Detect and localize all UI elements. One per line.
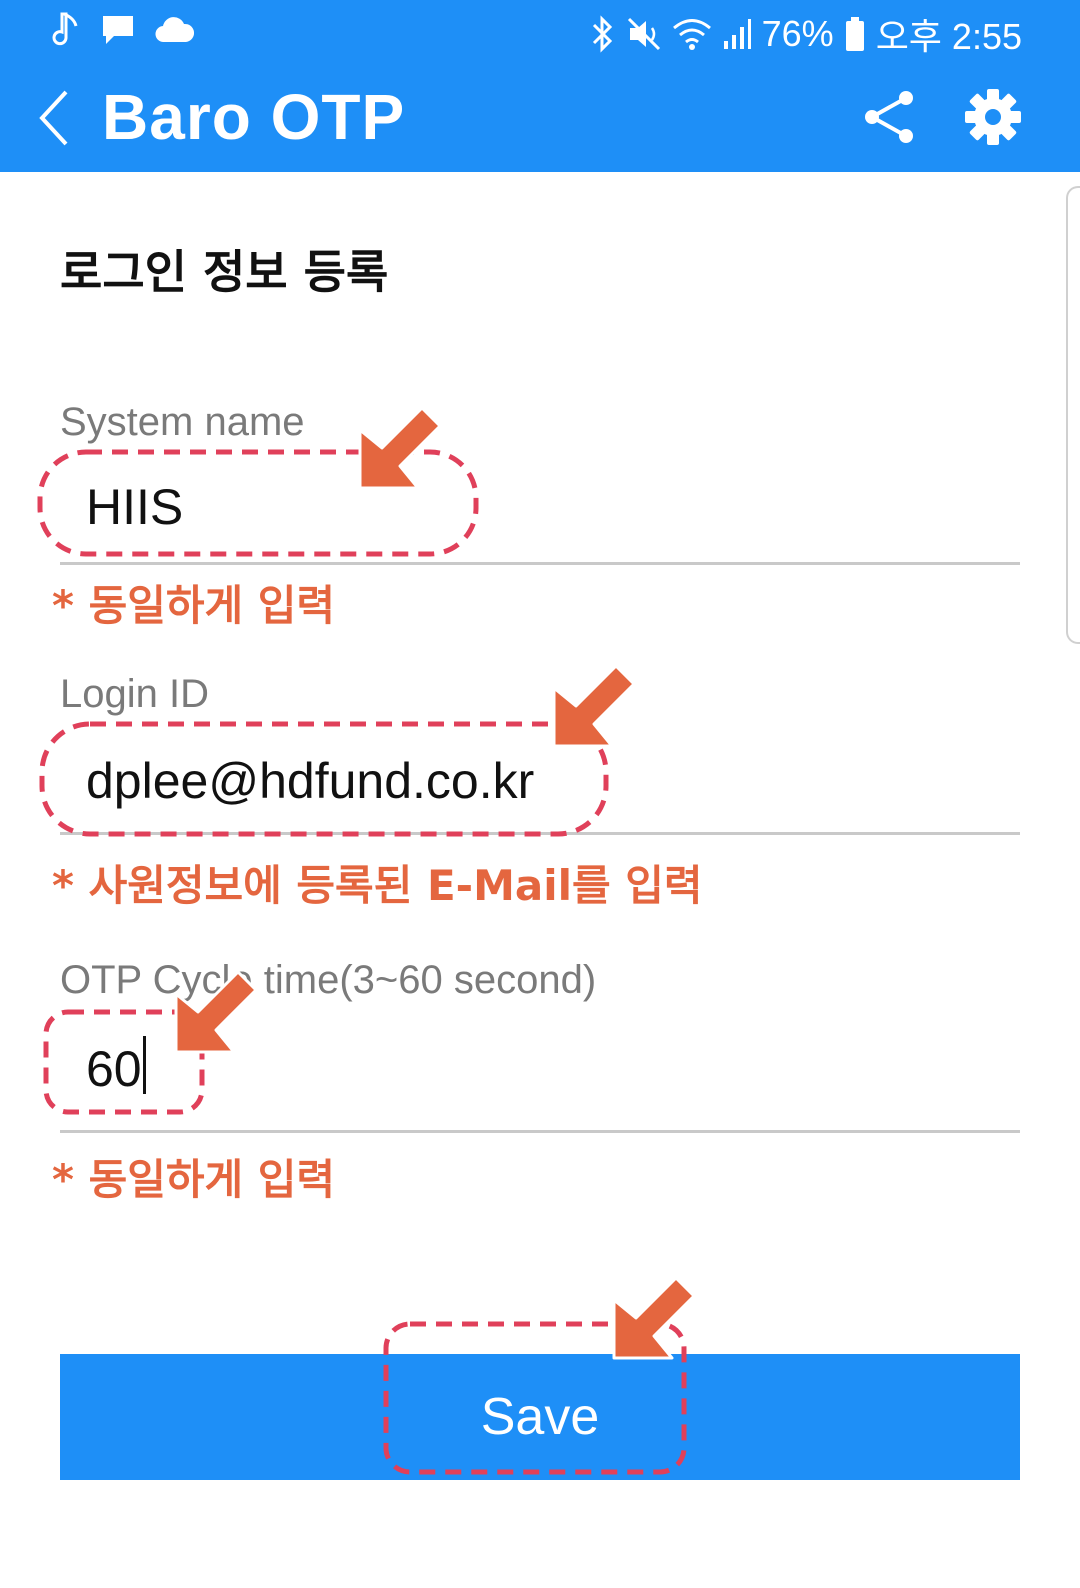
login-id-underline [60, 832, 1020, 835]
gear-icon[interactable] [964, 88, 1022, 146]
system-name-input[interactable]: HIIS [86, 478, 183, 536]
wifi-icon [672, 19, 711, 50]
cycle-time-input[interactable]: 60 [86, 1036, 146, 1098]
arrow-icon [552, 664, 636, 748]
cloud-icon [155, 17, 194, 43]
battery-percent: 76% [761, 13, 834, 54]
message-icon [103, 16, 133, 44]
status-bar: 76% 오후 2:55 [0, 0, 1080, 66]
signal-icon [723, 19, 751, 49]
system-name-hint: * 동일하게 입력 [52, 581, 336, 630]
bluetooth-icon [592, 15, 612, 53]
status-left-icons [52, 10, 194, 50]
system-name-underline [60, 562, 1020, 565]
mute-icon [627, 17, 660, 51]
cycle-time-hint: * 동일하게 입력 [52, 1155, 336, 1204]
music-note-icon [52, 12, 78, 46]
system-name-label: System name [60, 400, 305, 444]
arrow-icon [358, 406, 442, 490]
save-button[interactable]: Save [60, 1354, 1020, 1480]
cycle-time-label: OTP Cycle time(3~60 second) [60, 958, 597, 1002]
app-title: Baro OTP [102, 81, 406, 153]
login-id-input[interactable]: dplee@hdfund.co.kr [86, 752, 534, 810]
text-cursor [142, 1036, 146, 1094]
share-icon[interactable] [862, 88, 918, 146]
cycle-time-underline [60, 1130, 1020, 1133]
scroll-indicator [1066, 186, 1080, 644]
back-chevron-icon[interactable] [34, 88, 74, 148]
cycle-time-value: 60 [86, 1041, 142, 1097]
page-title: 로그인 정보 등록 [60, 245, 389, 299]
login-id-hint: * 사원정보에 등록된 E-Mail를 입력 [52, 861, 703, 910]
status-right: 76% 오후 2:55 [590, 8, 1022, 60]
battery-icon [845, 17, 864, 51]
status-time: 오후 2:55 [875, 16, 1022, 57]
app-header: 76% 오후 2:55 Baro OTP [0, 0, 1080, 172]
arrow-icon [612, 1276, 696, 1360]
login-id-label: Login ID [60, 672, 209, 716]
